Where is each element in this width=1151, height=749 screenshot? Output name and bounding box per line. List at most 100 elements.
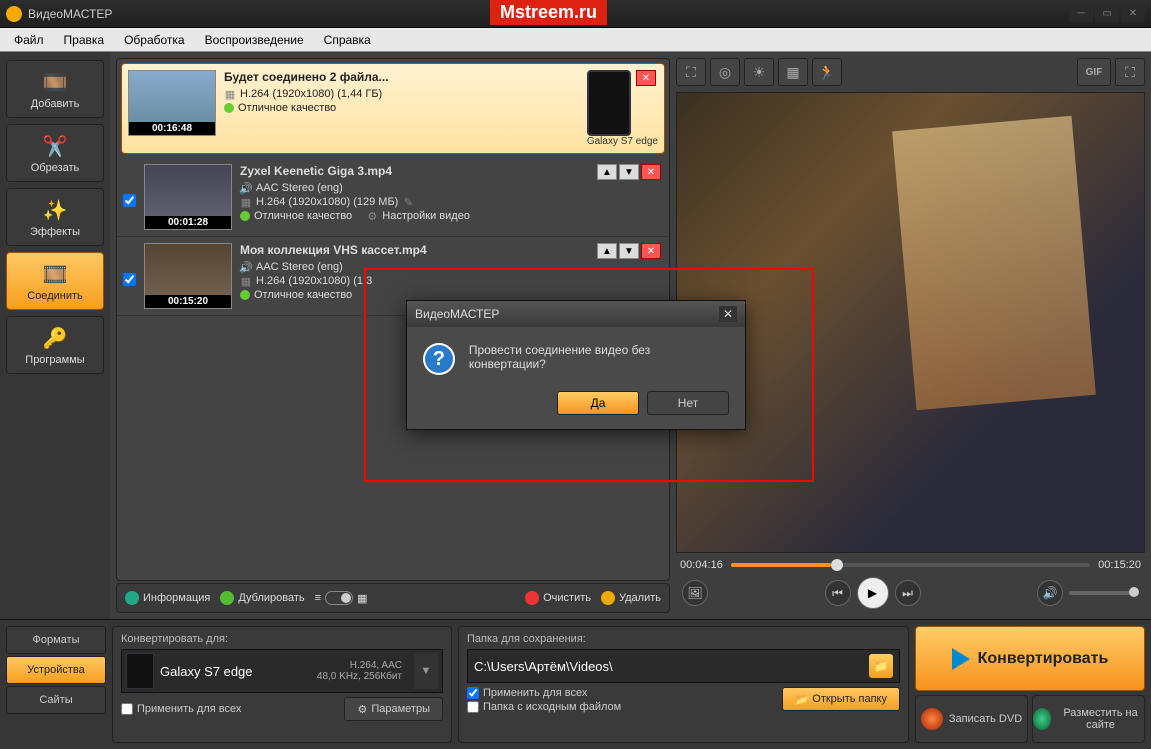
sidebar-join[interactable]: 🎞️Соединить (6, 252, 104, 310)
source-folder-checkbox[interactable] (467, 701, 479, 713)
tab-devices[interactable]: Устройства (6, 656, 106, 684)
quality-dot-icon (240, 290, 250, 300)
file-codec: H.264 (1920x1080) (1,44 ГБ) (240, 88, 382, 100)
gear-icon[interactable]: ⚙ (366, 210, 378, 222)
close-window-button[interactable]: ✕ (1121, 6, 1145, 22)
mute-button[interactable]: 🔊 (1037, 580, 1063, 606)
quality-dot-icon (224, 103, 234, 113)
file-item[interactable]: 00:01:28 Zyxel Keenetic Giga 3.mp4 🔊AAC … (117, 158, 669, 237)
tab-sites[interactable]: Сайты (6, 686, 106, 714)
dialog-title: ВидеоМАСТЕР (415, 307, 499, 321)
film-icon: ▦ (224, 88, 236, 100)
wand-icon[interactable]: ✎ (402, 196, 414, 208)
duplicate-button[interactable]: Дублировать (220, 591, 304, 605)
move-down-button[interactable]: ▼ (619, 164, 639, 180)
film-icon: ▦ (240, 275, 252, 287)
apply-all-2-row[interactable]: Применить для всех (467, 687, 774, 699)
source-folder-row[interactable]: Папка с исходным файлом (467, 701, 774, 713)
params-label: Параметры (371, 703, 430, 715)
file-audio: AAC Stereo (eng) (256, 182, 343, 194)
move-up-button[interactable]: ▲ (597, 243, 617, 259)
sidebar-programs[interactable]: 🔑Программы (6, 316, 104, 374)
folder-icon: 📂 (795, 693, 809, 706)
device-dropdown-arrow[interactable]: ▼ (414, 653, 438, 689)
clear-button[interactable]: Очистить (525, 591, 591, 605)
sidebar-cut[interactable]: ✂️Обрезать (6, 124, 104, 182)
duplicate-icon (220, 591, 234, 605)
save-folder-label: Папка для сохранения: (467, 633, 900, 645)
duration-label: 00:16:48 (129, 122, 215, 135)
file-quality: Отличное качество (238, 102, 336, 114)
maximize-button[interactable]: ▭ (1095, 6, 1119, 22)
volume-slider[interactable] (1069, 591, 1139, 595)
file-item-joined[interactable]: 00:16:48 Будет соединено 2 файла... ▦H.2… (121, 63, 665, 154)
apply-all-checkbox-row[interactable]: Применить для всех (121, 703, 241, 715)
fullscreen-button[interactable]: ⛶ (1115, 58, 1145, 86)
menu-file[interactable]: Файл (6, 31, 52, 49)
file-checkbox[interactable] (123, 194, 136, 207)
filmstrip-tool[interactable]: ▦ (778, 58, 808, 86)
device-selector[interactable]: Galaxy S7 edge H.264, AAC48,0 KHz, 256Кб… (121, 649, 443, 693)
grid-view-icon: ▦ (357, 592, 367, 605)
open-folder-label: Открыть папку (812, 693, 887, 705)
tab-formats[interactable]: Форматы (6, 626, 106, 654)
toggle-switch[interactable] (325, 591, 353, 605)
next-button[interactable]: ⏭ (895, 580, 921, 606)
info-button[interactable]: Информация (125, 591, 210, 605)
audio-icon: 🔊 (240, 261, 252, 273)
file-checkbox[interactable] (123, 273, 136, 286)
clear-label: Очистить (543, 592, 591, 604)
speed-tool[interactable]: 🏃 (812, 58, 842, 86)
join-icon: 🎞️ (41, 260, 69, 288)
menu-help[interactable]: Справка (316, 31, 379, 49)
thumbnail: 00:15:20 (144, 243, 232, 309)
delete-button[interactable]: Удалить (601, 591, 661, 605)
play-button[interactable]: ▶ (857, 577, 889, 609)
snapshot-button[interactable]: 🖼 (682, 580, 708, 606)
prev-button[interactable]: ⏮ (825, 580, 851, 606)
move-down-button[interactable]: ▼ (619, 243, 639, 259)
view-toggle[interactable]: ≡ ▦ (315, 591, 368, 605)
key-icon: 🔑 (41, 324, 69, 352)
device-name: Galaxy S7 edge (160, 664, 311, 679)
convert-button[interactable]: Конвертировать (915, 626, 1145, 691)
duration-label: 00:15:20 (145, 295, 231, 308)
upload-button[interactable]: Разместить на сайте (1032, 695, 1145, 743)
burn-dvd-button[interactable]: Записать DVD (915, 695, 1028, 743)
seek-track[interactable] (731, 563, 1090, 567)
sidebar-add-label: Добавить (31, 98, 80, 110)
dialog-yes-button[interactable]: Да (557, 391, 639, 415)
params-button[interactable]: ⚙Параметры (344, 697, 443, 721)
apply-all-checkbox[interactable] (121, 703, 133, 715)
sidebar-effects-label: Эффекты (30, 226, 80, 238)
delete-icon (601, 591, 615, 605)
minimize-button[interactable]: ─ (1069, 6, 1093, 22)
rotate-tool[interactable]: ◎ (710, 58, 740, 86)
gif-button[interactable]: GIF (1077, 58, 1111, 86)
app-logo-icon (6, 6, 22, 22)
seek-knob[interactable] (831, 559, 843, 571)
window-title: ВидеоМАСТЕР (28, 7, 112, 21)
dialog-close-button[interactable]: ✕ (719, 306, 737, 322)
menu-play[interactable]: Воспроизведение (197, 31, 312, 49)
move-up-button[interactable]: ▲ (597, 164, 617, 180)
menu-edit[interactable]: Правка (56, 31, 113, 49)
device-preview-icon (587, 70, 631, 136)
globe-icon (1033, 708, 1051, 730)
sidebar-add[interactable]: 🎞️Добавить (6, 60, 104, 118)
open-folder-button[interactable]: 📂Открыть папку (782, 687, 900, 711)
apply-all-2-checkbox[interactable] (467, 687, 479, 699)
remove-item-button[interactable]: ✕ (636, 70, 656, 86)
file-codec: H.264 (1920x1080) (129 МБ) (256, 196, 398, 208)
file-settings-link[interactable]: Настройки видео (382, 210, 470, 222)
remove-item-button[interactable]: ✕ (641, 243, 661, 259)
crop-tool[interactable]: ⛶ (676, 58, 706, 86)
menu-process[interactable]: Обработка (116, 31, 193, 49)
browse-folder-button[interactable]: 📁 (869, 654, 893, 678)
video-preview[interactable] (676, 92, 1145, 553)
dialog-no-button[interactable]: Нет (647, 391, 729, 415)
list-view-icon: ≡ (315, 592, 321, 604)
sidebar-effects[interactable]: ✨Эффекты (6, 188, 104, 246)
brightness-tool[interactable]: ☀ (744, 58, 774, 86)
remove-item-button[interactable]: ✕ (641, 164, 661, 180)
